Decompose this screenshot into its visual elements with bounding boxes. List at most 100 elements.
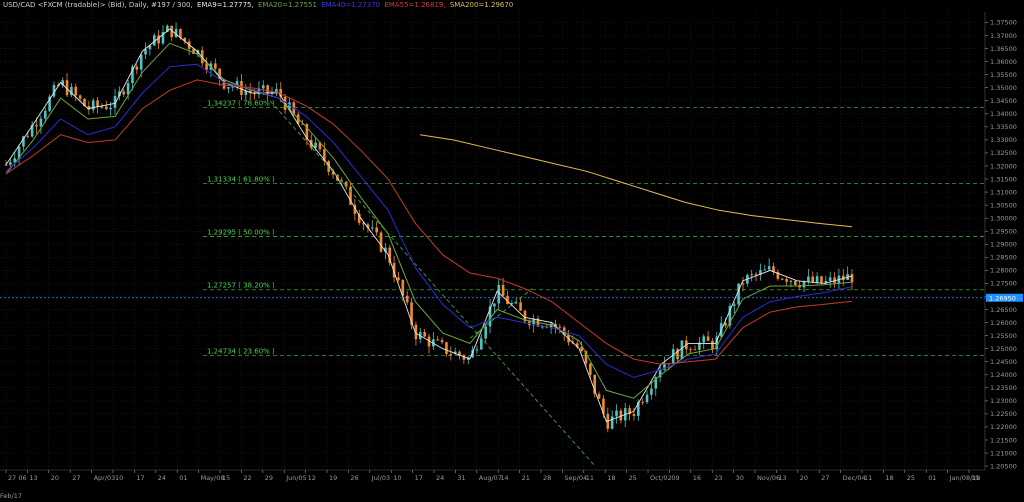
x-tick-label: 25	[907, 474, 915, 482]
x-tick-label: 10	[393, 474, 401, 482]
y-tick-label: 1.30000	[990, 214, 1017, 222]
candle-body	[680, 340, 684, 360]
candle-body	[109, 107, 112, 110]
y-tick-label: 1.33000	[990, 136, 1017, 144]
candle-body	[484, 326, 487, 339]
candlestick-series	[4, 22, 854, 433]
candle-body	[227, 87, 230, 89]
x-tick-label: 01	[928, 474, 936, 482]
candle-body	[789, 280, 793, 282]
candle-body	[815, 276, 819, 283]
candle-body	[702, 336, 706, 343]
y-tick-label: 1.26000	[990, 319, 1017, 327]
candle-body	[693, 349, 697, 351]
candle-body	[375, 227, 378, 233]
y-tick-label: 1.37000	[990, 32, 1017, 40]
candle-body	[440, 340, 444, 343]
candle-body	[78, 95, 82, 99]
candle-body	[126, 83, 130, 95]
candle-body	[405, 295, 409, 303]
candle-body	[811, 276, 815, 283]
x-tick-label: 18	[607, 474, 615, 482]
candle-body	[240, 80, 243, 95]
candle-body	[475, 349, 479, 351]
sma200-line	[419, 134, 853, 228]
price-axis[interactable]: 1.37500 1.37000 1.36500 1.36000 1.35500 1.350…	[984, 12, 1023, 470]
candle-body	[100, 106, 104, 108]
y-tick-label: 1.27500	[990, 280, 1017, 288]
time-axis[interactable]: 27 06 13 20 27 Apr/03 10 17 24 01 May/0815 22 29 Jun…	[0, 469, 985, 500]
x-tick-label: 01	[179, 474, 187, 482]
x-tick-label: 20	[800, 474, 808, 482]
candle-body	[43, 110, 47, 119]
y-tick-label: 1.36500	[990, 45, 1017, 53]
candle-body	[711, 340, 714, 350]
y-tick-label: 1.32500	[990, 149, 1017, 157]
candle-body	[449, 354, 453, 356]
x-tick-label: 18	[885, 474, 893, 482]
candle-body	[615, 410, 618, 417]
candle-body	[139, 54, 143, 70]
y-tick-label: 1.22000	[990, 423, 1017, 431]
x-tick-label: Nov/06	[757, 474, 780, 482]
x-tick-label: 24	[158, 474, 166, 482]
candle-body	[671, 349, 675, 365]
candle-body	[828, 277, 832, 281]
candle-body	[397, 277, 400, 281]
fib-level-label: 1.27257 ( 38.20% )	[207, 282, 275, 290]
x-tick-label: Jun/05	[285, 474, 307, 482]
ema20-label: EMA20=1.27551	[257, 1, 317, 9]
candle-body	[231, 86, 235, 88]
x-tick-label: 15	[971, 474, 979, 482]
y-tick-label: 1.25000	[990, 345, 1017, 353]
price-chart[interactable]: 1.34237 ( 78.60% ) 1.31334 ( 61.80% ) 1.29…	[0, 0, 1024, 502]
y-tick-label: 1.29000	[990, 241, 1017, 249]
candle-body	[445, 342, 448, 355]
candle-body	[641, 401, 644, 403]
y-tick-label: 1.37500	[990, 19, 1017, 27]
candle-body	[35, 124, 38, 127]
x-tick-label: 10	[115, 474, 123, 482]
fib-level-label: 1.31334 ( 61.80% )	[207, 175, 275, 183]
candle-body	[39, 118, 43, 127]
x-tick-label: 27 06	[8, 474, 27, 482]
y-tick-label: 1.34500	[990, 97, 1017, 105]
x-tick-label: 13	[778, 474, 786, 482]
fib-level-label: 1.24734 ( 23.60% )	[207, 348, 275, 356]
candle-body	[558, 326, 562, 328]
candle-body	[261, 85, 265, 89]
y-tick-label: 1.23000	[990, 397, 1017, 405]
y-tick-label: 1.21000	[990, 449, 1017, 457]
y-tick-label: 1.31000	[990, 188, 1017, 196]
x-tick-label: Dec/04	[843, 474, 866, 482]
candle-body	[314, 142, 317, 148]
candle-body	[519, 302, 522, 311]
ema40-label: EMA40=1.27370	[321, 1, 381, 9]
candle-body	[750, 274, 754, 276]
candle-body	[480, 338, 483, 350]
candle-body	[767, 266, 771, 270]
y-tick-label: 1.35000	[990, 84, 1017, 92]
candle-body	[732, 304, 736, 306]
x-tick-label: 24	[436, 474, 444, 482]
candle-body	[820, 276, 823, 284]
candle-body	[645, 394, 649, 403]
fibonacci-levels: 1.34237 ( 78.60% ) 1.31334 ( 61.80% ) 1.29…	[0, 100, 985, 356]
candle-body	[650, 388, 653, 395]
y-tick-label: 1.29500	[990, 228, 1017, 236]
y-tick-label: 1.24000	[990, 371, 1017, 379]
candle-body	[91, 100, 95, 110]
candle-body	[706, 336, 710, 341]
x-tick-label: Oct/02	[650, 474, 672, 482]
candle-body	[96, 100, 99, 107]
x-tick-label: 22	[243, 474, 251, 482]
candle-body	[589, 363, 592, 375]
candle-body	[493, 303, 496, 307]
y-tick-label: 1.31500	[990, 175, 1017, 183]
x-tick-label: 21	[522, 474, 530, 482]
candle-body	[135, 66, 139, 70]
x-tick-label: 26	[350, 474, 358, 482]
candle-body	[780, 278, 784, 280]
candle-body	[610, 416, 614, 429]
candle-body	[794, 280, 797, 286]
